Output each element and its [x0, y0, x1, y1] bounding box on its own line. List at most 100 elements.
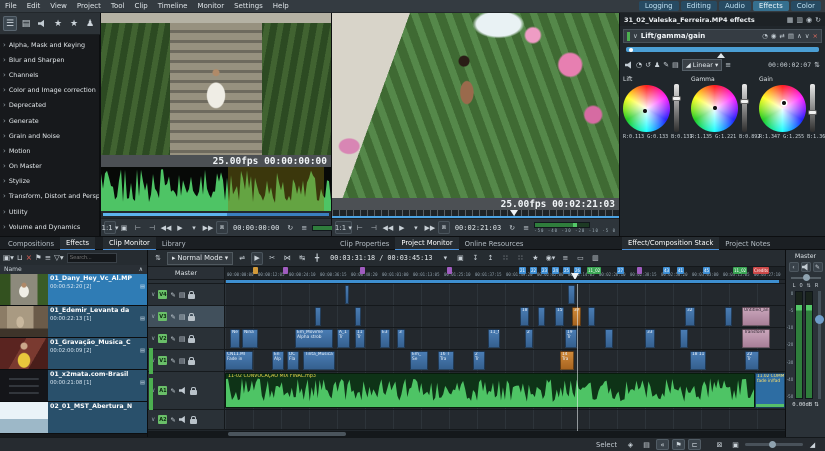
timeline-clip[interactable]: Em_Movime Alpha strob [295, 329, 333, 348]
track-lane-v4[interactable] [225, 284, 785, 306]
timeline-ruler[interactable]: 00:00:00:00 00:00:12:05 00:00:24:10 00:00:3… [225, 267, 785, 280]
db-spinner[interactable]: ⇅ [814, 402, 819, 408]
timeline-clip[interactable]: 3 [397, 329, 405, 348]
timeline-clip[interactable]: 11_N [488, 329, 500, 348]
timeline-clip[interactable] [568, 285, 575, 304]
wheel-slider-handle[interactable] [740, 98, 749, 104]
wheel-value-slider[interactable] [672, 84, 681, 132]
wheel-cursor[interactable] [712, 106, 717, 110]
move-down-icon[interactable]: ∨ [805, 32, 810, 40]
track-lane-v3[interactable]: 18153732Untitled_an [225, 306, 785, 328]
timeline-marker[interactable] [283, 267, 288, 274]
add-media-icon[interactable]: ▣▾ [3, 253, 14, 262]
track-head-v4[interactable]: ∨ V4 ✎ ▤ [148, 284, 225, 306]
timeline-zoom-slider[interactable] [745, 440, 803, 449]
timeline-clip[interactable]: 2 [525, 329, 533, 348]
media-item[interactable]: 01_Edemir_Levanta da 00:00:22:13 [1] ▤ [0, 306, 147, 338]
undo-icon[interactable]: ↺ [645, 61, 651, 69]
panel-layout-icon[interactable]: ▥ [589, 252, 601, 265]
timeline-clip[interactable] [315, 307, 321, 326]
chevron-down-icon[interactable]: ∨ [151, 335, 155, 342]
timeline-marker[interactable]: 41 [677, 267, 685, 274]
effect-category[interactable]: › Alpha, Mask and Keying [0, 37, 99, 52]
zoom-fit-icon[interactable]: ◢ [806, 439, 819, 450]
play-options-dropdown[interactable]: ▾ [410, 221, 422, 234]
mark-in-icon[interactable]: ⊢ [354, 221, 366, 234]
menu-help[interactable]: Help [268, 2, 294, 10]
timeline-marker[interactable]: 11_02 [733, 267, 748, 274]
timecode-spinner[interactable]: ⇅ [814, 61, 820, 69]
timeline-marker[interactable]: 23 [541, 267, 549, 274]
color-wheel-lift[interactable] [623, 84, 670, 132]
menu-timeline[interactable]: Timeline [153, 2, 193, 10]
save-state-icon[interactable]: ▤ [640, 439, 653, 450]
lock-icon[interactable] [188, 334, 196, 343]
timeline-clip[interactable]: Em_ Se [410, 351, 428, 370]
titler-icon[interactable]: ▭ [574, 252, 586, 265]
next-frame-button[interactable]: ▶▶ [424, 221, 436, 234]
timeline-marker[interactable]: 25 [563, 267, 571, 274]
timeline-clip[interactable]: A_1 Tr [337, 329, 350, 348]
timeline-clip[interactable]: Tinta_Musica [303, 351, 335, 370]
play-options-dropdown[interactable]: ▾ [188, 221, 200, 234]
lock-icon[interactable] [188, 356, 196, 365]
refresh-icon[interactable]: ↻ [506, 221, 518, 234]
chevron-down-icon[interactable]: ∨ [151, 416, 155, 423]
effect-category[interactable]: › Generate [0, 113, 99, 128]
chevron-down-icon[interactable]: ∨ [151, 313, 155, 320]
edit-pencil-icon[interactable]: ✎ [170, 313, 175, 321]
pointer-tool-icon[interactable]: ▶ [251, 251, 264, 265]
timeline-clip[interactable]: 33 [645, 329, 655, 348]
edit-pen-icon[interactable]: ✎ [663, 61, 669, 69]
timeline-clip[interactable] [725, 307, 732, 326]
timeline-clip[interactable]: E3 [380, 329, 390, 348]
star-icon[interactable]: ★ [51, 16, 65, 31]
next-frame-button[interactable]: ▶▶ [202, 221, 214, 234]
timeline-clip[interactable]: 11-02 CONVOCAÇÃO MIX FINAL.mp3 [225, 373, 755, 408]
speaker-icon[interactable] [35, 16, 49, 31]
timeline-marker[interactable] [447, 267, 452, 274]
zoom-slider-handle[interactable] [769, 441, 777, 448]
gain-slider[interactable] [815, 291, 825, 399]
timeline-marker[interactable]: 43 [663, 267, 671, 274]
tab-library[interactable]: Library [156, 237, 192, 251]
tag-icon[interactable]: ⚑ [35, 253, 42, 262]
media-item[interactable]: 01_Dany_Hey_Vc_Al.MP 00:00:52:20 [2] ▤ [0, 274, 147, 306]
effect-category[interactable]: › Motion [0, 143, 99, 158]
master-track-label[interactable]: Master [148, 267, 225, 280]
delete-media-icon[interactable]: × [26, 253, 32, 262]
snap-icon[interactable]: ⊏ [688, 439, 701, 450]
menu-file[interactable]: File [0, 2, 22, 10]
timeline-clip[interactable]: 19 Tr [565, 329, 577, 348]
timeline-marker[interactable]: 11_02 [587, 267, 602, 274]
menu-edit[interactable]: Edit [22, 2, 46, 10]
save-icon[interactable]: ▤ [672, 61, 679, 69]
keyframe-slider[interactable] [624, 44, 821, 58]
timeline-clip[interactable] [355, 307, 361, 326]
timeline-clip[interactable] [345, 285, 349, 304]
star2-icon[interactable]: ★ [67, 16, 81, 31]
track-head-v1[interactable]: ∨ V1 ✎ ▤ [148, 350, 225, 372]
timeline-clip[interactable]: 32 [685, 307, 695, 326]
tab-effects[interactable]: Effects [60, 237, 96, 251]
zoom-select[interactable]: 1:1 ▾ [335, 221, 352, 234]
timeline-clip[interactable]: 18 [520, 307, 529, 326]
media-item[interactable]: 01_x2mata.com-Brasil 00:00:21:08 [1] ▤ [0, 370, 147, 402]
append-icon[interactable]: ∷ [499, 252, 511, 265]
project-monitor-playhead[interactable] [509, 210, 518, 216]
track-head-a1[interactable]: ∨ A1 ✎ [148, 372, 225, 410]
wheel-value-slider[interactable] [740, 84, 749, 132]
chevron-down-icon[interactable]: ∨ [633, 32, 638, 40]
edit-pencil-icon[interactable]: ✎ [170, 387, 175, 395]
record-icon[interactable]: ◉▾ [544, 252, 556, 265]
range-icon[interactable]: ▣ [454, 252, 466, 265]
timeline-marker[interactable]: 22 [530, 267, 538, 274]
mark-out-icon[interactable]: ⊣ [146, 221, 158, 234]
effect-category[interactable]: › Volume and Dynamics [0, 219, 99, 234]
play-button[interactable]: ▶ [396, 221, 408, 234]
lock-icon[interactable] [188, 290, 196, 299]
edit-pencil-icon[interactable]: ✎ [170, 335, 175, 343]
color-wheel-gamma[interactable] [691, 84, 738, 132]
gain-db-value[interactable]: 0.00dB [792, 402, 812, 408]
edit-pencil-icon[interactable]: ✎ [170, 291, 175, 299]
